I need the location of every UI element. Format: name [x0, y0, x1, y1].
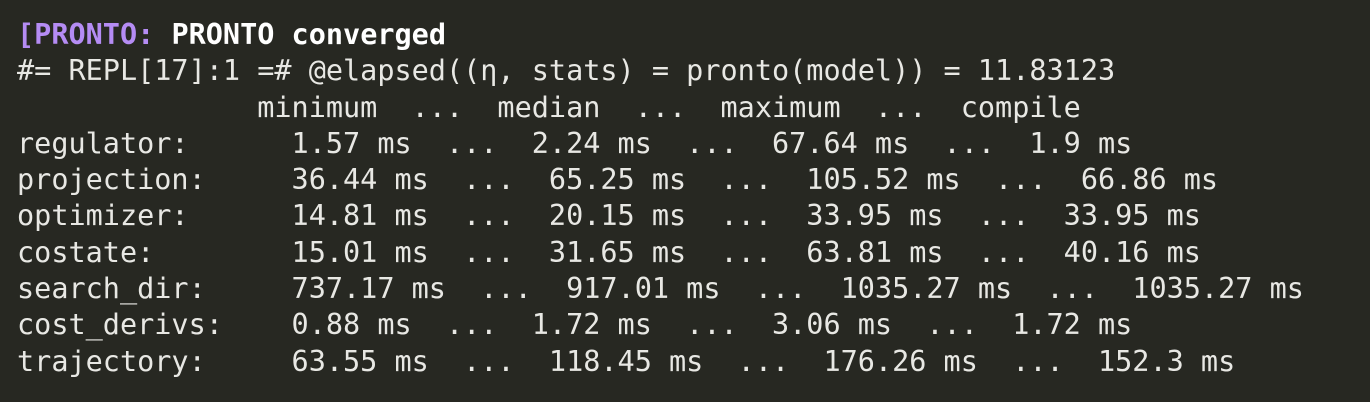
table-header: minimum ... median ... maximum ... compi… [17, 90, 1081, 124]
table-row-trajectory: trajectory: 63.55 ms ... 118.45 ms ... 1… [17, 344, 1236, 378]
table-row-projection: projection: 36.44 ms ... 65.25 ms ... 10… [17, 163, 1219, 197]
status-line: [PRONTO: PRONTO converged [17, 17, 1370, 53]
table-row-costate: costate: 15.01 ms ... 31.65 ms ... 63.81… [17, 235, 1201, 269]
table-row-optimizer: optimizer: 14.81 ms ... 20.15 ms ... 33.… [17, 199, 1201, 233]
table-row-regulator: regulator: 1.57 ms ... 2.24 ms ... 67.64… [17, 126, 1133, 160]
table-row-search-dir: search_dir: 737.17 ms ... 917.01 ms ... … [17, 272, 1304, 306]
terminal-window[interactable]: [PRONTO: PRONTO converged #= REPL[17]:1 … [0, 0, 1370, 402]
command-line: #= REPL[17]:1 =# @elapsed((η, stats) = p… [17, 54, 1116, 88]
status-message: PRONTO converged [171, 18, 446, 51]
table-row-cost-derivs: cost_derivs: 0.88 ms ... 1.72 ms ... 3.0… [17, 308, 1133, 342]
status-prefix: [PRONTO: [17, 18, 155, 51]
